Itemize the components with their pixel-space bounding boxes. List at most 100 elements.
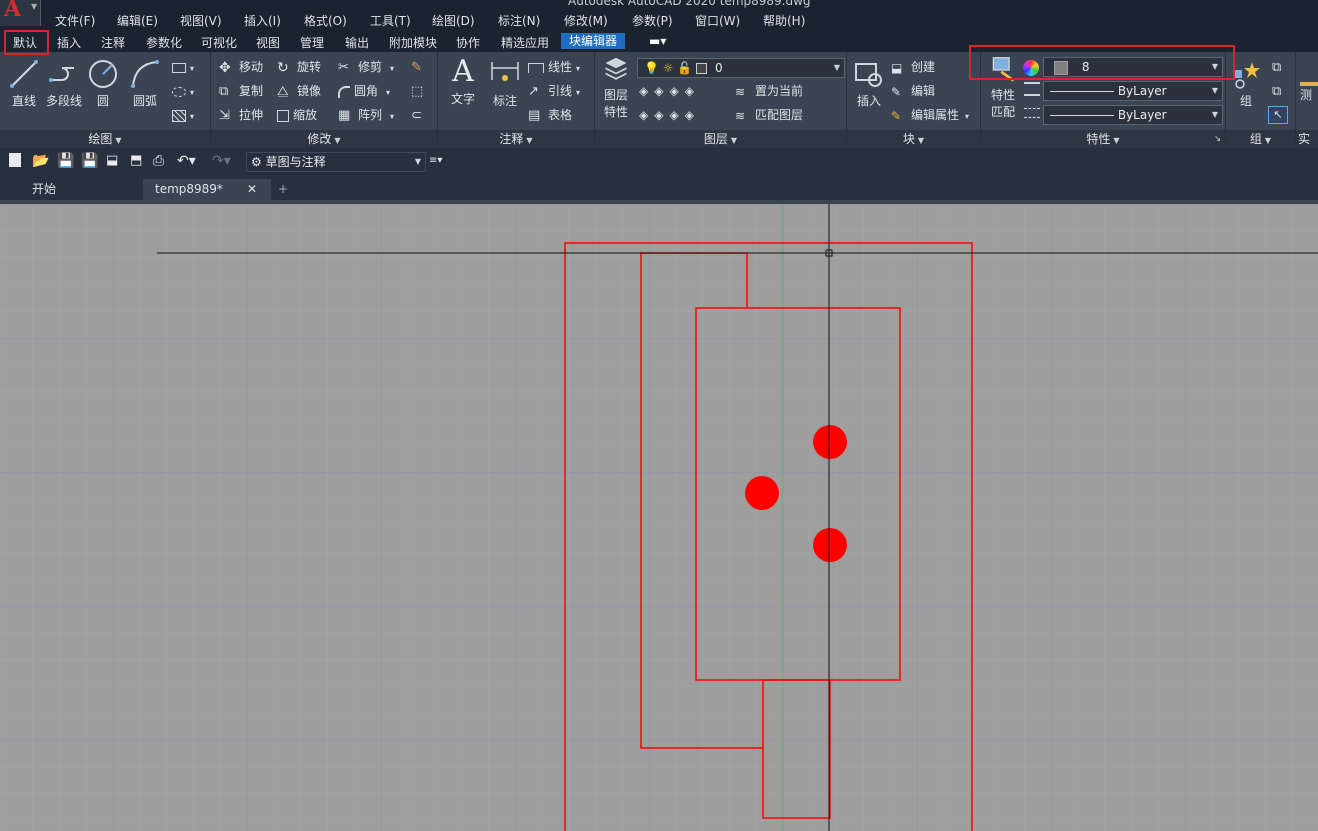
menu-file[interactable]: 文件(F) <box>55 12 95 29</box>
edit-attributes-button[interactable]: ✎ 编辑属性 ▾ <box>891 106 969 124</box>
tab-visualize[interactable]: 可视化 <box>201 34 237 51</box>
menu-edit[interactable]: 编辑(E) <box>117 12 158 29</box>
panel-properties-footer[interactable]: 特性 ▼ ↘ <box>981 130 1225 148</box>
tab-addins[interactable]: 附加模块 <box>389 34 437 51</box>
layer-unlock-icon[interactable]: ◈ <box>685 108 694 122</box>
menu-dimension[interactable]: 标注(N) <box>498 12 540 29</box>
tab-default[interactable]: 默认 <box>13 34 37 51</box>
scale-button[interactable]: 缩放 <box>277 106 317 124</box>
group-edit-icon[interactable]: ⧉ <box>1272 84 1281 99</box>
layer-thaw-icon[interactable]: ◈ <box>669 108 678 122</box>
panel-annotation-footer[interactable]: 注释 ▼ <box>438 130 594 148</box>
fillet-button[interactable]: 圆角 ▾ <box>338 82 390 100</box>
menu-insert[interactable]: 插入(I) <box>244 12 281 29</box>
group-button[interactable]: 组 <box>1228 58 1264 109</box>
stretch-button[interactable]: ⇲ 拉伸 <box>219 106 263 124</box>
tab-insert[interactable]: 插入 <box>57 34 81 51</box>
tab-view[interactable]: 视图 <box>256 34 280 51</box>
panel-modify-footer[interactable]: 修改 ▼ <box>211 130 437 148</box>
panel-utilities-footer[interactable]: 实用 <box>1296 130 1318 148</box>
new-tab-button[interactable]: + <box>272 179 296 200</box>
match-layer-button[interactable]: ≋ 匹配图层 <box>735 106 803 124</box>
arc-button[interactable]: 圆弧 <box>128 58 162 109</box>
rotate-button[interactable]: ↻ 旋转 <box>277 58 321 76</box>
move-button[interactable]: ✥ 移动 <box>219 58 263 76</box>
tab-start[interactable]: 开始 <box>18 179 142 200</box>
layer-isolate-icon[interactable]: ◈ <box>654 84 663 98</box>
layer-unisolate-icon[interactable]: ◈ <box>654 108 663 122</box>
layer-freeze-icon[interactable]: ◈ <box>669 84 678 98</box>
drawing-svg[interactable] <box>0 204 1318 831</box>
menu-parametric[interactable]: 参数(P) <box>632 12 673 29</box>
menu-modify[interactable]: 修改(M) <box>564 12 608 29</box>
linear-dim-button[interactable]: 线性 ▾ <box>528 58 580 76</box>
save-web-icon[interactable]: ⬒ <box>130 153 146 169</box>
tab-output[interactable]: 输出 <box>345 34 369 51</box>
insert-block-button[interactable]: 插入 <box>851 58 887 109</box>
layer-lock-icon[interactable]: ◈ <box>685 84 694 98</box>
tab-current-drawing[interactable]: temp8989* ✕ <box>143 179 271 200</box>
measure-button[interactable]: 测 <box>1300 58 1318 103</box>
line-button[interactable]: 直线 <box>6 58 42 109</box>
dimension-button[interactable]: 标注 <box>488 58 522 109</box>
layer-on-icon[interactable]: ◈ <box>639 108 648 122</box>
offset-button[interactable]: ⊂ <box>411 106 431 124</box>
mirror-button[interactable]: ⧋ 镜像 <box>277 82 321 100</box>
ribbon-display-toggle-icon[interactable]: ▬▾ <box>649 34 666 48</box>
print-icon[interactable]: ⎙ <box>153 153 169 169</box>
tab-featured-apps[interactable]: 精选应用 <box>501 34 549 51</box>
set-current-button[interactable]: ≋ 置为当前 <box>735 82 803 100</box>
panel-layers-footer[interactable]: 图层 ▼ <box>595 130 846 148</box>
explode-button[interactable]: ⬚ <box>411 82 431 100</box>
table-button[interactable]: ▤ 表格 <box>528 106 572 124</box>
menu-help[interactable]: 帮助(H) <box>763 12 805 29</box>
open-folder-icon[interactable]: 📂 <box>32 153 49 169</box>
app-menu-button[interactable]: A ▼ <box>0 0 41 26</box>
panel-draw-footer[interactable]: 绘图 ▼ <box>0 130 210 148</box>
polyline-button[interactable]: 多段线 <box>43 58 85 109</box>
undo-icon[interactable]: ↶▾ <box>177 153 205 169</box>
close-icon[interactable]: ✕ <box>247 179 257 199</box>
ellipse-button[interactable]: ▾ <box>172 82 194 100</box>
layer-off-icon[interactable]: ◈ <box>639 84 648 98</box>
open-web-icon[interactable]: ⬓ <box>106 153 122 169</box>
dot-bottom[interactable] <box>813 528 847 562</box>
save-as-icon[interactable]: 💾 <box>81 153 98 169</box>
customize-qat-icon[interactable]: ≡▾ <box>429 155 445 171</box>
tab-parametric[interactable]: 参数化 <box>146 34 182 51</box>
tab-collaborate[interactable]: 协作 <box>456 34 480 51</box>
dot-left[interactable] <box>745 476 779 510</box>
dialog-launcher-icon[interactable]: ↘ <box>1214 130 1221 148</box>
redo-icon[interactable]: ↷▾ <box>212 153 240 169</box>
menu-format[interactable]: 格式(O) <box>304 12 347 29</box>
hatch-button[interactable]: ▾ <box>172 106 194 124</box>
menu-draw[interactable]: 绘图(D) <box>432 12 475 29</box>
menu-window[interactable]: 窗口(W) <box>695 12 740 29</box>
workspace-dropdown[interactable]: ⚙ 草图与注释 ▼ <box>246 152 426 172</box>
panel-block-footer[interactable]: 块 ▼ <box>847 130 980 148</box>
ungroup-icon[interactable]: ⧉ <box>1272 60 1281 75</box>
save-icon[interactable]: 💾 <box>57 153 74 169</box>
trim-button[interactable]: ✂ 修剪 ▾ <box>338 58 394 76</box>
lineweight-dropdown[interactable]: ByLayer ▼ <box>1043 105 1223 125</box>
circle-button[interactable]: 圆 <box>86 58 120 109</box>
leader-button[interactable]: ↗ 引线 ▾ <box>528 82 580 100</box>
erase-button[interactable]: ✎ <box>411 58 431 76</box>
menu-view[interactable]: 视图(V) <box>180 12 222 29</box>
match-properties-button[interactable]: 特性 匹配 <box>984 56 1022 120</box>
panel-groups-footer[interactable]: 组 ▼ <box>1226 130 1295 148</box>
dot-top[interactable] <box>813 425 847 459</box>
tab-annotate[interactable]: 注释 <box>101 34 125 51</box>
group-selection-icon[interactable]: ↖ <box>1268 106 1288 124</box>
color-dropdown[interactable]: 8 ▼ <box>1043 57 1223 77</box>
menu-tools[interactable]: 工具(T) <box>370 12 411 29</box>
text-button[interactable]: A 文字 <box>446 56 480 107</box>
tab-block-editor[interactable]: 块编辑器 <box>561 33 626 49</box>
array-button[interactable]: ▦ 阵列 ▾ <box>338 106 394 124</box>
create-block-button[interactable]: ⬓ 创建 <box>891 58 935 76</box>
tab-manage[interactable]: 管理 <box>300 34 324 51</box>
edit-block-button[interactable]: ✎ 编辑 <box>891 82 935 100</box>
linetype-dropdown[interactable]: ByLayer ▼ <box>1043 81 1223 101</box>
copy-button[interactable]: ⧉ 复制 <box>219 82 263 100</box>
new-file-icon[interactable] <box>9 153 21 167</box>
